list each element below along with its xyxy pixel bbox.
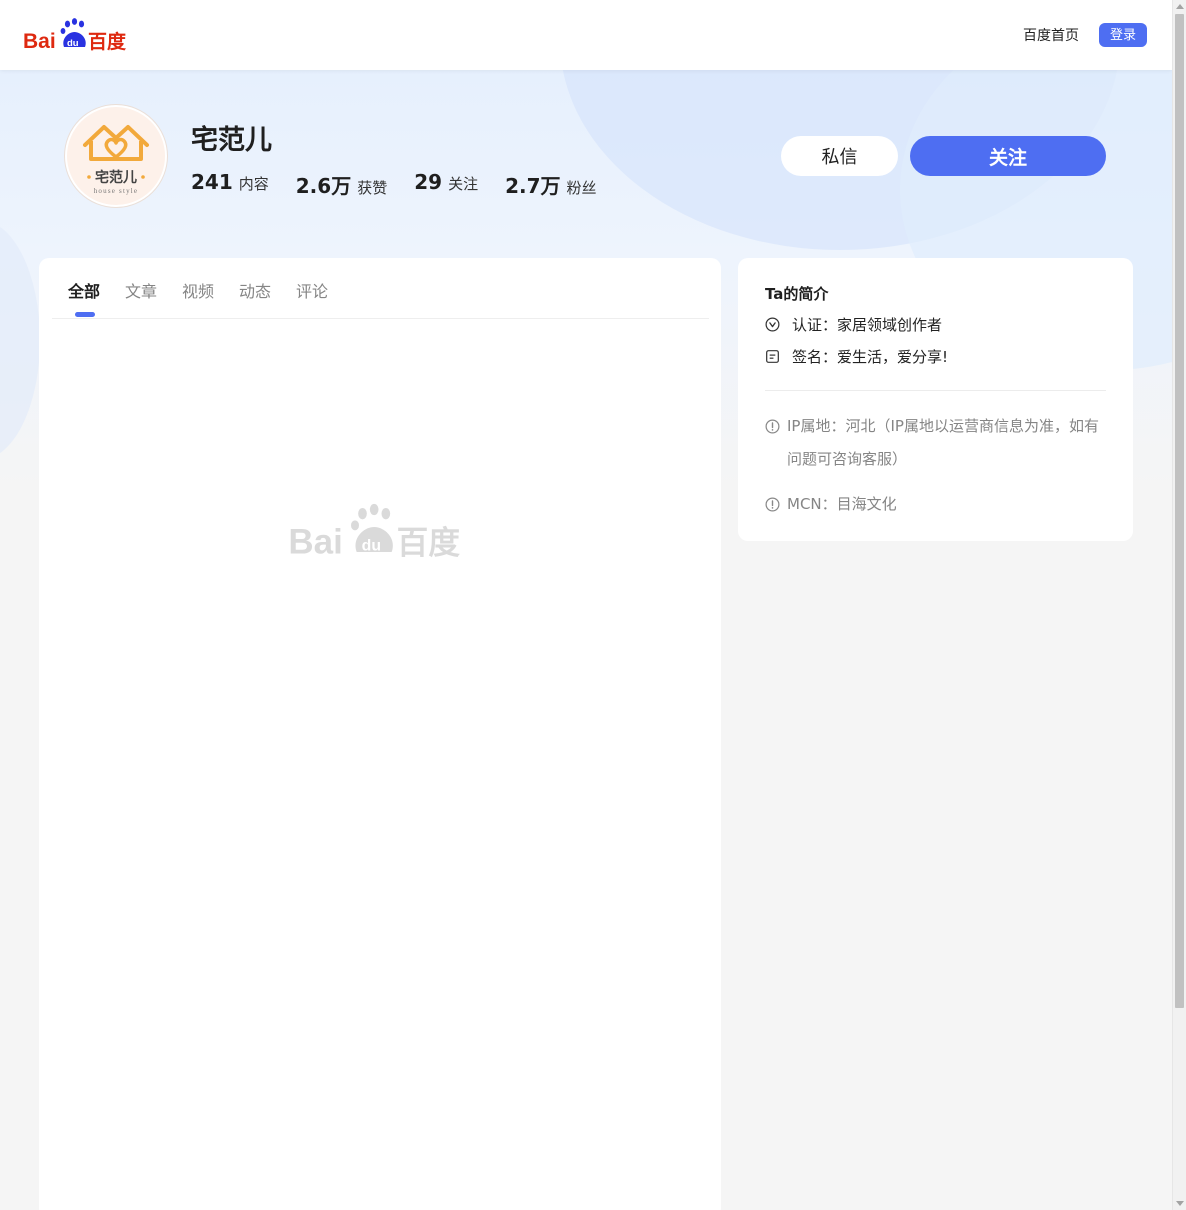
stat-value: 241 bbox=[191, 170, 233, 194]
follow-button[interactable]: 关注 bbox=[910, 136, 1106, 176]
banner-decoration bbox=[0, 220, 40, 460]
stat-fans[interactable]: 2.7万 粉丝 bbox=[505, 170, 596, 199]
stat-value: 2.7万 bbox=[505, 174, 561, 198]
baidu-paw-icon: du bbox=[60, 18, 86, 49]
stat-label: 粉丝 bbox=[566, 179, 597, 197]
tab-dynamics[interactable]: 动态 bbox=[239, 278, 271, 302]
stat-value: 2.6万 bbox=[295, 174, 352, 198]
intro-card: Ta的简介 认证：家居领域创作者 签名：爱生活，爱分享! IP属地：河北（IP属… bbox=[738, 258, 1133, 541]
stat-label: 内容 bbox=[238, 175, 269, 193]
profile-name: 宅范儿 bbox=[191, 125, 272, 156]
verified-icon bbox=[765, 317, 780, 332]
intro-title: Ta的简介 bbox=[765, 285, 829, 303]
avatar[interactable]: 宅范儿 house style bbox=[65, 105, 167, 207]
ip-location-note: IP属地：河北（IP属地以运营商信息为准，如有问题可咨询客服） bbox=[765, 410, 1110, 476]
signature-row: 签名：爱生活，爱分享! bbox=[765, 346, 948, 367]
tab-articles[interactable]: 文章 bbox=[125, 278, 157, 302]
stat-likes: 2.6万 获赞 bbox=[296, 170, 387, 199]
house-heart-logo-icon: 宅范儿 house style bbox=[83, 125, 149, 195]
stat-label: 关注 bbox=[448, 175, 479, 193]
svg-text:Bai: Bai bbox=[23, 30, 56, 53]
private-message-button[interactable]: 私信 bbox=[781, 136, 898, 176]
svg-text:house style: house style bbox=[94, 187, 139, 195]
content-tabs: 全部 文章 视频 动态 评论 bbox=[52, 258, 709, 319]
svg-text:百度: 百度 bbox=[397, 526, 461, 562]
svg-text:du: du bbox=[362, 537, 381, 554]
nav-baidu-home-link[interactable]: 百度首页 bbox=[1023, 25, 1079, 45]
scrollbar-thumb[interactable] bbox=[1175, 14, 1184, 1008]
tab-videos[interactable]: 视频 bbox=[182, 278, 214, 302]
login-button[interactable]: 登录 bbox=[1099, 23, 1147, 47]
top-bar: Bai du 百度 百度首页 登录 bbox=[0, 0, 1172, 70]
svg-text:百度: 百度 bbox=[88, 30, 127, 53]
stat-label: 获赞 bbox=[357, 179, 388, 197]
stat-value: 29 bbox=[414, 170, 443, 194]
content-feed-card: 全部 文章 视频 动态 评论 Bai du 百度 bbox=[39, 258, 721, 1210]
svg-text:Bai: Bai bbox=[288, 523, 342, 562]
baidu-logo[interactable]: Bai du 百度 bbox=[23, 17, 133, 53]
svg-text:du: du bbox=[67, 38, 79, 49]
scroll-down-arrow-icon[interactable] bbox=[1176, 1201, 1184, 1206]
mcn-text: MCN：目海文化 bbox=[787, 495, 897, 513]
baidu-paw-icon: du bbox=[351, 503, 393, 554]
baidu-watermark-logo: Bai du 百度 bbox=[288, 503, 461, 562]
stat-following[interactable]: 29 关注 bbox=[414, 170, 478, 199]
profile-stats: 241 内容 2.6万 获赞 29 关注 2.7万 粉丝 bbox=[191, 170, 624, 199]
tab-comments[interactable]: 评论 bbox=[296, 278, 328, 302]
info-icon bbox=[765, 419, 780, 434]
scroll-up-arrow-icon[interactable] bbox=[1176, 4, 1184, 9]
svg-text:宅范儿: 宅范儿 bbox=[95, 169, 137, 186]
certification-text: 认证：家居领域创作者 bbox=[792, 316, 943, 334]
signature-icon bbox=[766, 350, 779, 363]
certification-row: 认证：家居领域创作者 bbox=[765, 314, 942, 335]
mcn-note: MCN：目海文化 bbox=[765, 488, 1110, 521]
stat-content[interactable]: 241 内容 bbox=[191, 170, 269, 199]
ip-location-text: IP属地：河北（IP属地以运营商信息为准，如有问题可咨询客服） bbox=[787, 417, 1099, 468]
page-scrollbar[interactable] bbox=[1172, 0, 1186, 1210]
divider bbox=[765, 390, 1106, 391]
tab-all[interactable]: 全部 bbox=[68, 278, 100, 302]
info-icon bbox=[765, 497, 780, 512]
active-tab-indicator bbox=[75, 312, 95, 317]
signature-text: 签名：爱生活，爱分享! bbox=[792, 348, 949, 366]
